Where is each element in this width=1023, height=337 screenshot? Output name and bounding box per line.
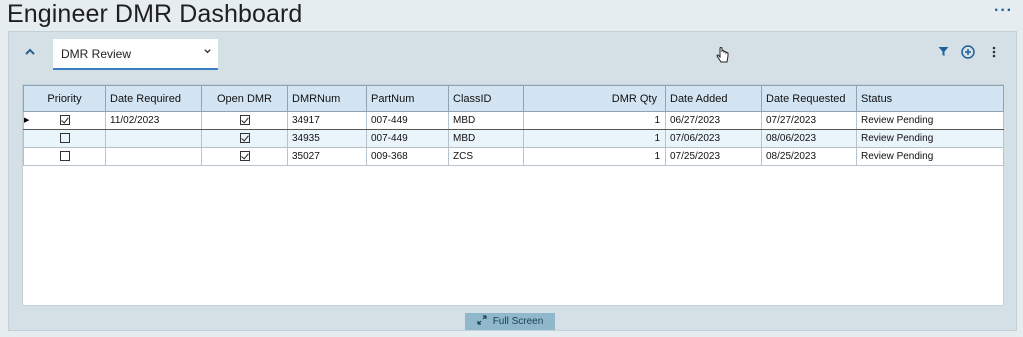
checkbox-checked-icon [239,115,250,126]
cell-status: Review Pending [856,111,1004,130]
cell-dmrnum: 34935 [287,129,367,148]
expand-icon [477,315,487,328]
priority-checkbox[interactable] [23,147,106,166]
full-screen-label: Full Screen [492,316,544,327]
priority-checkbox[interactable] [23,129,106,148]
filter-icon[interactable] [938,46,949,60]
ellipsis-icon[interactable]: ··· [994,2,1013,20]
cell-date-added: 06/27/2023 [665,111,762,130]
cell-date-added: 07/06/2023 [665,129,762,148]
view-select[interactable]: DMR Review [53,39,218,70]
vertical-ellipsis-icon[interactable] [991,46,997,61]
table-row[interactable]: 34935 007-449 MBD 1 07/06/2023 08/06/202… [23,129,1004,148]
cell-classid: MBD [448,111,524,130]
cell-classid: MBD [448,129,524,148]
row-indicator-icon: ▶ [24,117,30,124]
dmr-table: Priority Date Required Open DMR DMRNum P… [23,85,1004,166]
table-row[interactable]: 35027 009-368 ZCS 1 07/25/2023 08/25/202… [23,147,1004,166]
plus-circle-icon[interactable] [961,45,975,62]
view-select-label: DMR Review [61,47,132,61]
dashboard-panel: DMR Review ▶ Priority Date Required Open… [8,31,1017,331]
checkbox-unchecked-icon [59,133,70,144]
cell-classid: ZCS [448,147,524,166]
column-header-dmrnum[interactable]: DMRNum [287,85,367,112]
checkbox-checked-icon [59,115,70,126]
table-row[interactable]: 11/02/2023 34917 007-449 MBD 1 06/27/202… [23,111,1004,130]
column-header-date-requested[interactable]: Date Requested [761,85,857,112]
cell-date-required [105,129,202,148]
page-title: Engineer DMR Dashboard [7,0,303,28]
column-header-open-dmr[interactable]: Open DMR [201,85,288,112]
column-header-classid[interactable]: ClassID [448,85,524,112]
cell-dmrnum: 34917 [287,111,367,130]
column-header-status[interactable]: Status [856,85,1004,112]
column-header-date-added[interactable]: Date Added [665,85,762,112]
cell-date-added: 07/25/2023 [665,147,762,166]
cell-partnum: 007-449 [366,129,449,148]
checkbox-checked-icon [239,133,250,144]
cell-status: Review Pending [856,129,1004,148]
open-dmr-checkbox[interactable] [201,111,288,130]
priority-checkbox[interactable] [23,111,106,130]
checkbox-checked-icon [239,151,250,162]
full-screen-button[interactable]: Full Screen [465,313,555,330]
open-dmr-checkbox[interactable] [201,129,288,148]
cell-dmr-qty: 1 [523,147,666,166]
cell-date-requested: 08/06/2023 [761,129,857,148]
cell-date-requested: 07/27/2023 [761,111,857,130]
open-dmr-checkbox[interactable] [201,147,288,166]
column-header-dmr-qty[interactable]: DMR Qty [523,85,666,112]
chevron-down-icon [203,47,212,59]
cell-status: Review Pending [856,147,1004,166]
cell-partnum: 007-449 [366,111,449,130]
column-header-partnum[interactable]: PartNum [366,85,449,112]
chevron-up-icon[interactable] [23,46,37,60]
hand-cursor-icon [716,47,729,63]
cell-dmr-qty: 1 [523,129,666,148]
cell-dmrnum: 35027 [287,147,367,166]
cell-partnum: 009-368 [366,147,449,166]
cell-date-required: 11/02/2023 [105,111,202,130]
checkbox-unchecked-icon [59,151,70,162]
column-header-date-required[interactable]: Date Required [105,85,202,112]
table-header-row: Priority Date Required Open DMR DMRNum P… [23,85,1004,112]
cell-date-requested: 08/25/2023 [761,147,857,166]
cell-dmr-qty: 1 [523,111,666,130]
column-header-priority[interactable]: Priority [23,85,106,112]
cell-date-required [105,147,202,166]
dmr-grid: ▶ Priority Date Required Open DMR DMRNum… [22,84,1004,306]
